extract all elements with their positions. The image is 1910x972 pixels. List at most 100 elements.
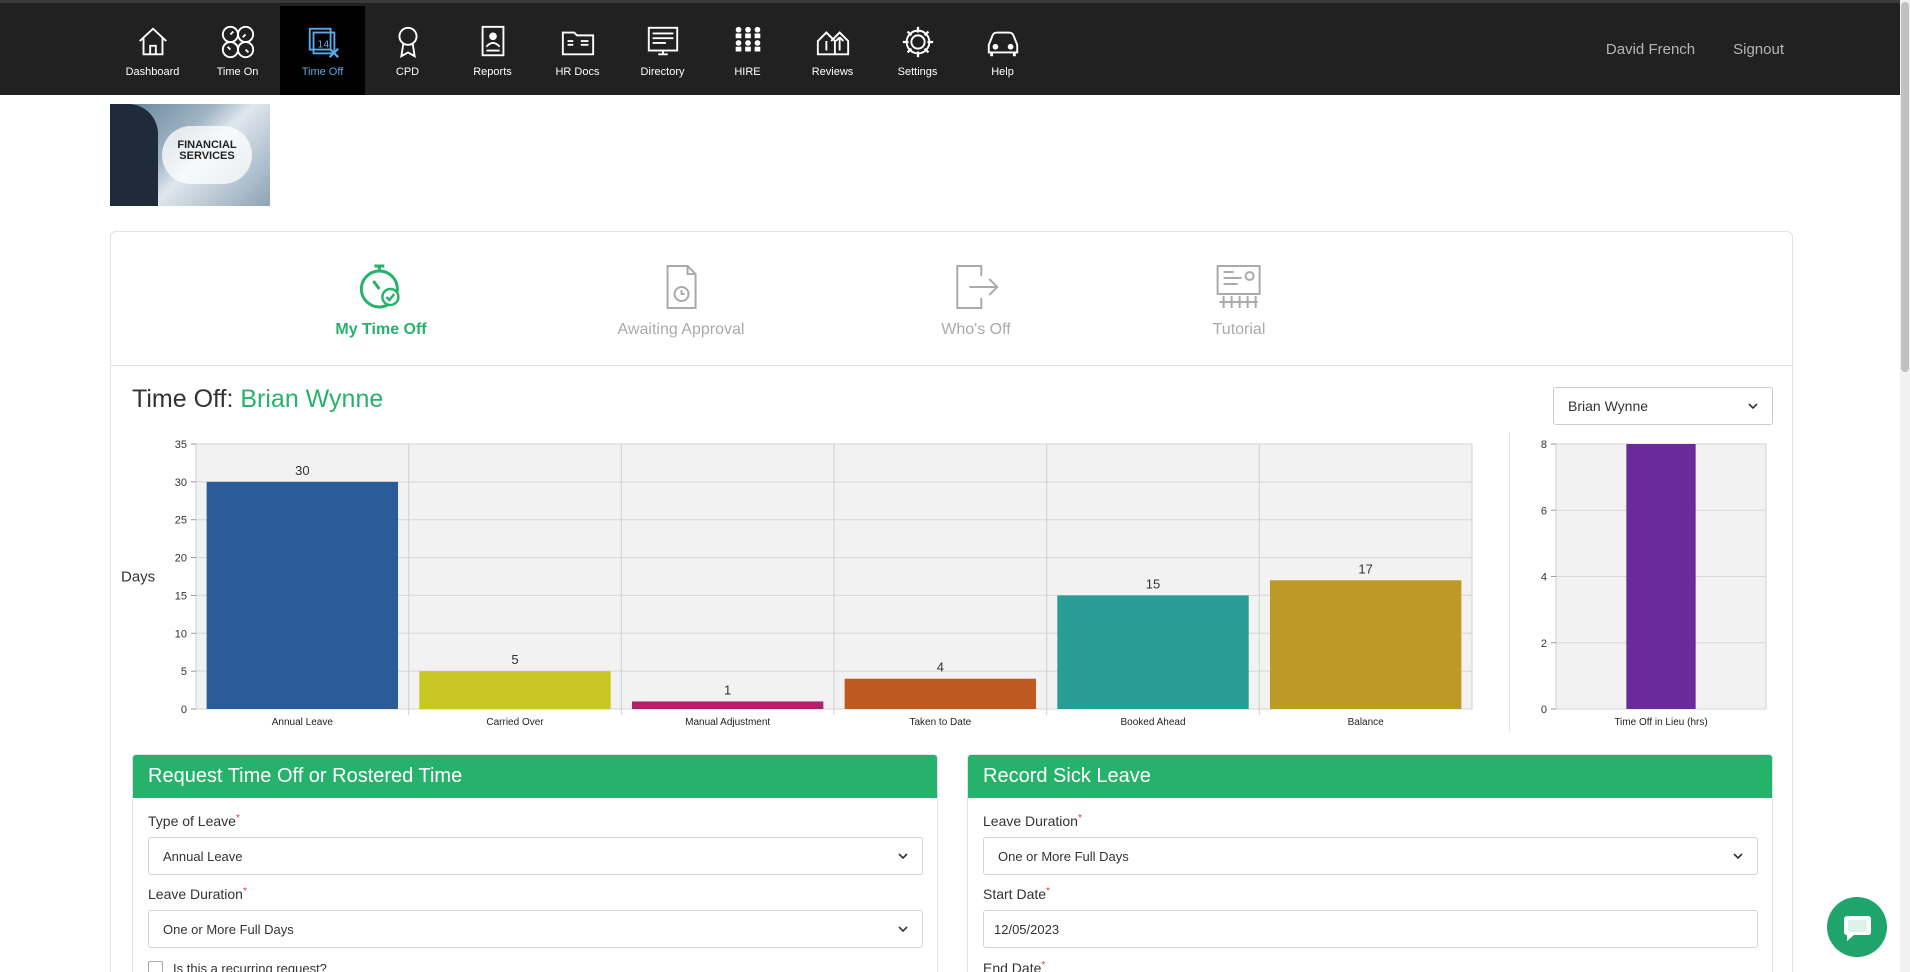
- y-tick-label: 35: [175, 439, 187, 451]
- y-tick-label: 2: [1541, 638, 1547, 650]
- required-marker: *: [1041, 960, 1046, 971]
- bar-value-label: 1: [724, 682, 731, 697]
- report-icon: [481, 25, 504, 57]
- start-date-label: Start Date*: [983, 886, 1050, 902]
- bar-value-label: 4: [937, 660, 944, 675]
- nav-item-time-on[interactable]: Time On: [195, 6, 280, 95]
- signout-link[interactable]: Signout: [1733, 41, 1784, 58]
- category-label: Balance: [1348, 717, 1385, 728]
- end-date-label-text: End Date: [983, 960, 1042, 972]
- nav-item-help[interactable]: Help: [960, 6, 1045, 95]
- request-time-off-panel: Request Time Off or Rostered Time Type o…: [132, 754, 938, 972]
- time-off-card: My Time Off Awaiting Approval Who's Off …: [110, 231, 1793, 972]
- exit-icon: [955, 265, 999, 309]
- leave-duration-label: Leave Duration*: [148, 886, 247, 902]
- tab-label: Tutorial: [1212, 321, 1266, 338]
- tab-tutorial[interactable]: Tutorial: [1212, 262, 1266, 339]
- svg-text:14: 14: [317, 40, 329, 51]
- bar-value-label: 30: [295, 463, 309, 478]
- start-date-value: 12/05/2023: [994, 921, 1060, 937]
- page-scrollbar[interactable]: [1900, 0, 1910, 972]
- nav-item-hr-docs[interactable]: HR Docs: [535, 6, 620, 95]
- leave-duration-value: One or More Full Days: [163, 921, 294, 937]
- y-tick-label: 8: [1541, 439, 1547, 451]
- required-marker: *: [1046, 886, 1050, 897]
- nav-label: Reviews: [811, 66, 854, 78]
- user-name-link[interactable]: David French: [1606, 41, 1695, 58]
- bar: [206, 481, 399, 709]
- category-label: Taken to Date: [909, 717, 971, 728]
- bar-value-label: 17: [1358, 561, 1372, 576]
- sick-leave-duration-label-text: Leave Duration: [983, 813, 1078, 829]
- recurring-request-checkbox[interactable]: [148, 961, 163, 972]
- nav-label: HR Docs: [555, 66, 600, 78]
- scrollbar-thumb[interactable]: [1901, 2, 1909, 372]
- company-banner-image: FINANCIAL SERVICES: [110, 104, 270, 206]
- sick-leave-duration-select[interactable]: One or More Full Days: [983, 837, 1758, 875]
- y-tick-label: 30: [175, 477, 187, 489]
- tab-my-time-off[interactable]: My Time Off: [335, 262, 427, 339]
- recurring-request-label: Is this a recurring request?: [173, 961, 327, 972]
- nav-item-directory[interactable]: Directory: [620, 6, 705, 95]
- nav-label: Reports: [473, 66, 512, 78]
- presentation-icon: [1216, 265, 1261, 308]
- chevron-down-icon: [1748, 403, 1758, 410]
- category-label: Time Off in Lieu (hrs): [1614, 717, 1707, 728]
- nav-label: Help: [991, 66, 1014, 78]
- chat-button[interactable]: [1827, 897, 1887, 957]
- bar: [1057, 595, 1249, 709]
- category-label: Carried Over: [486, 717, 544, 728]
- tab-awaiting-approval[interactable]: Awaiting Approval: [618, 262, 744, 339]
- reviews-icon: [816, 31, 849, 56]
- nav-label: Time Off: [301, 66, 344, 78]
- leave-duration-label-text: Leave Duration: [148, 886, 243, 902]
- tab-whos-off[interactable]: Who's Off: [941, 262, 1011, 339]
- nav-item-settings[interactable]: Settings: [875, 6, 960, 95]
- y-axis-label: Days: [121, 569, 155, 586]
- type-of-leave-select[interactable]: Annual Leave: [148, 837, 923, 875]
- time-off-in-lieu-bar-chart: 0 2 4 6 8 Time Off in Lieu (hrs): [1541, 439, 1767, 728]
- bar-value-label: 5: [511, 652, 518, 667]
- leave-duration-select[interactable]: One or More Full Days: [148, 910, 923, 948]
- page-title: Time Off: Brian Wynne: [132, 385, 383, 414]
- record-sick-leave-panel: Record Sick Leave Leave Duration* One or…: [967, 754, 1773, 972]
- bar: [1269, 580, 1462, 709]
- start-date-input[interactable]: 12/05/2023: [983, 910, 1758, 948]
- nav-label: CPD: [395, 66, 420, 78]
- nav-item-time-off[interactable]: 14 Time Off: [280, 6, 365, 95]
- car-icon: [987, 31, 1018, 57]
- chat-bubble-icon: [1844, 916, 1871, 941]
- chevron-down-icon: [1733, 853, 1743, 860]
- stopwatch-check-icon: [359, 264, 400, 309]
- nav-item-hire[interactable]: HIRE: [705, 6, 790, 95]
- nav-item-dashboard[interactable]: Dashboard: [110, 6, 195, 95]
- title-employee-name: Brian Wynne: [240, 385, 384, 413]
- nav-item-reviews[interactable]: Reviews: [790, 6, 875, 95]
- bar: [844, 678, 1037, 709]
- y-tick-label: 5: [181, 666, 187, 678]
- directory-icon: [647, 26, 678, 56]
- y-tick-label: 4: [1541, 572, 1547, 584]
- user-area: David French Signout: [1606, 41, 1784, 58]
- required-marker: *: [235, 813, 240, 824]
- title-prefix: Time Off:: [132, 385, 234, 413]
- employee-select[interactable]: Brian Wynne: [1553, 387, 1773, 425]
- clocks-icon: [221, 25, 254, 59]
- nav-label: Settings: [897, 66, 938, 78]
- nav-item-cpd[interactable]: CPD: [365, 6, 450, 95]
- nav-label: HIRE: [734, 66, 761, 78]
- category-label: Booked Ahead: [1120, 717, 1185, 728]
- bar: [631, 701, 824, 709]
- nav-item-reports[interactable]: Reports: [450, 6, 535, 95]
- y-tick-label: 10: [175, 628, 187, 640]
- nav-label: Directory: [640, 66, 685, 78]
- end-date-label: End Date*: [983, 960, 1045, 972]
- request-panel-title: Request Time Off or Rostered Time: [133, 755, 937, 798]
- section-tabs: My Time Off Awaiting Approval Who's Off …: [111, 232, 1792, 366]
- bar: [1626, 444, 1696, 709]
- type-of-leave-value: Annual Leave: [163, 848, 243, 864]
- chevron-down-icon: [898, 926, 908, 933]
- calendar-off-icon: 14: [308, 27, 339, 58]
- tab-label: My Time Off: [335, 321, 427, 338]
- banner-suit-shape: [110, 104, 158, 206]
